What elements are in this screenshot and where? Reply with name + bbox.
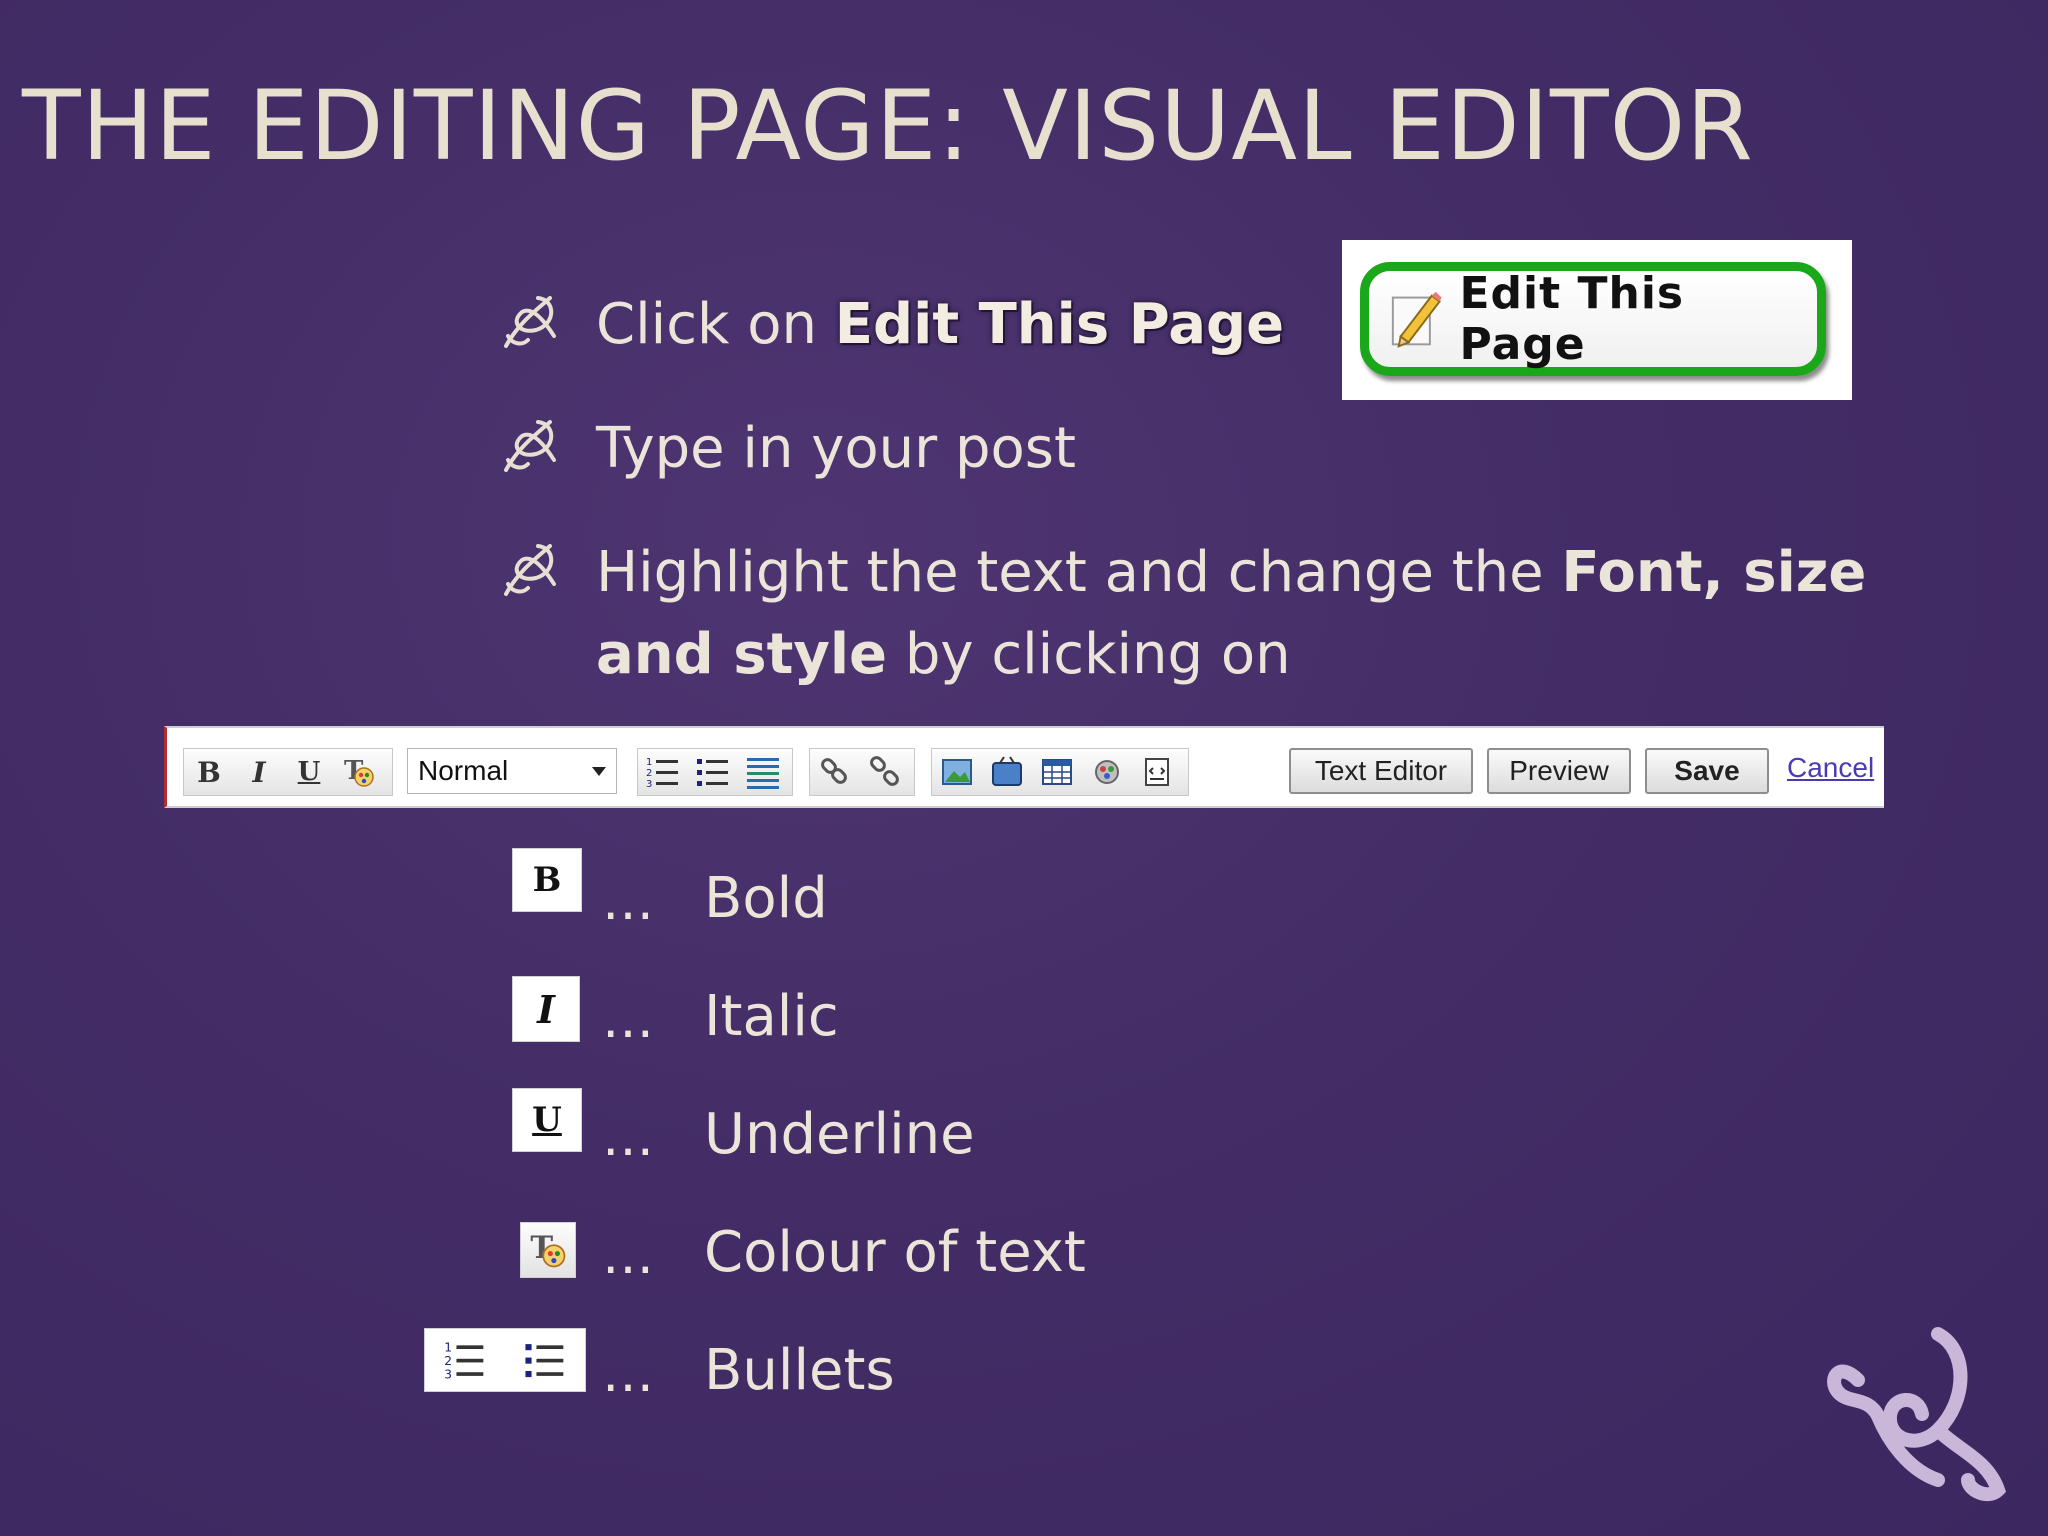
font-size-select[interactable]: Normal — [407, 748, 617, 794]
insert-image-button[interactable] — [932, 748, 982, 796]
text-color-icon: T — [520, 1222, 576, 1278]
unlink-button[interactable] — [860, 748, 910, 796]
svg-text:2: 2 — [646, 768, 652, 779]
bold-icon-glyph: B — [532, 860, 562, 900]
svg-text:3: 3 — [646, 779, 652, 790]
bullet-text-suffix: by clicking on — [887, 622, 1291, 687]
underline-icon: U — [512, 1088, 582, 1152]
list-button-group: 1 2 3 — [637, 748, 793, 796]
plugin-icon — [1095, 760, 1119, 784]
link-icon — [821, 758, 847, 784]
edit-this-page-button[interactable]: Edit This Page — [1360, 262, 1826, 376]
bullet-list-icon — [525, 1344, 564, 1378]
edit-this-page-highlight: Edit This Page — [834, 292, 1285, 357]
insert-table-button[interactable] — [1032, 748, 1082, 796]
bullet-list-button[interactable] — [688, 748, 738, 796]
pencil-icon — [1391, 291, 1442, 348]
html-icon — [1145, 758, 1169, 786]
underline-button[interactable]: U — [284, 748, 334, 796]
text-editor-button[interactable]: Text Editor — [1289, 748, 1473, 794]
format-button-group: B I U T — [183, 748, 393, 796]
unlink-icon — [870, 756, 899, 786]
svg-text:1: 1 — [444, 1340, 452, 1354]
swirl-bullet-icon — [504, 296, 556, 348]
italic-icon: I — [252, 755, 266, 789]
indent-button[interactable] — [738, 748, 788, 796]
save-button[interactable]: Save — [1645, 748, 1769, 794]
bullet-click-edit: Click on Edit This Page — [498, 284, 1284, 366]
bold-icon: B — [197, 755, 221, 789]
bullet-type-post: Type in your post — [498, 408, 1076, 490]
bullet-list-icon — [697, 759, 728, 786]
numbered-list-button[interactable]: 1 2 3 — [638, 748, 688, 796]
underline-icon: U — [297, 757, 321, 787]
image-icon — [942, 759, 972, 785]
swirl-bullet-icon — [504, 420, 556, 472]
ellipsis: … — [602, 872, 658, 932]
chevron-down-icon — [592, 767, 606, 776]
insert-html-button[interactable] — [1132, 748, 1182, 796]
italic-icon-glyph: I — [537, 986, 555, 1032]
ellipsis: … — [602, 1344, 658, 1404]
text-color-button[interactable]: T — [334, 748, 384, 796]
svg-text:2: 2 — [444, 1354, 452, 1368]
slide-title: THE EDITING PAGE: VISUAL EDITOR — [22, 70, 1754, 182]
underline-icon-glyph: U — [532, 1100, 562, 1140]
swirl-bullet-icon — [504, 544, 556, 596]
legend-label-bold: Bold — [704, 866, 828, 931]
numbered-list-icon: 1 2 3 — [444, 1340, 484, 1381]
bold-icon: B — [512, 848, 582, 912]
indent-icon — [747, 758, 779, 789]
font-size-value: Normal — [418, 755, 509, 786]
swirl-ornament-icon — [1827, 1327, 2007, 1502]
bullet-text: Click on — [596, 292, 835, 357]
ellipsis: … — [602, 990, 658, 1050]
italic-button[interactable]: I — [234, 748, 284, 796]
numbered-list-icon: 1 2 3 — [646, 757, 678, 790]
insert-video-button[interactable] — [982, 748, 1032, 796]
bullet-text: Type in your post — [596, 416, 1076, 481]
legend-label-italic: Italic — [704, 984, 839, 1049]
insert-plugin-button[interactable] — [1082, 748, 1132, 796]
ellipsis: … — [602, 1108, 658, 1168]
link-button-group — [809, 748, 915, 796]
ellipsis: … — [602, 1226, 658, 1286]
bullet-text: Highlight the text and change the — [596, 540, 1562, 605]
legend-label-bullets: Bullets — [704, 1338, 895, 1403]
svg-text:3: 3 — [444, 1367, 452, 1381]
bold-button[interactable]: B — [184, 748, 234, 796]
italic-icon: I — [512, 976, 580, 1042]
svg-text:1: 1 — [646, 757, 652, 768]
legend-label-underline: Underline — [704, 1102, 975, 1167]
edit-this-page-image: Edit This Page — [1342, 240, 1852, 400]
insert-button-group — [931, 748, 1189, 796]
list-icons: 1 2 3 — [424, 1328, 586, 1392]
bullet-highlight-text: Highlight the text and change the Font, … — [498, 532, 1958, 696]
legend-label-colour: Colour of text — [704, 1220, 1086, 1285]
video-icon — [992, 756, 1022, 786]
text-color-icon: T — [344, 756, 374, 787]
cancel-link[interactable]: Cancel — [1787, 752, 1874, 784]
edit-this-page-label: Edit This Page — [1459, 268, 1685, 370]
link-button[interactable] — [810, 748, 860, 796]
table-icon — [1042, 759, 1072, 785]
editor-toolbar: B I U T Normal 1 2 3 Text Editor Preview… — [164, 726, 1884, 808]
preview-button[interactable]: Preview — [1487, 748, 1631, 794]
